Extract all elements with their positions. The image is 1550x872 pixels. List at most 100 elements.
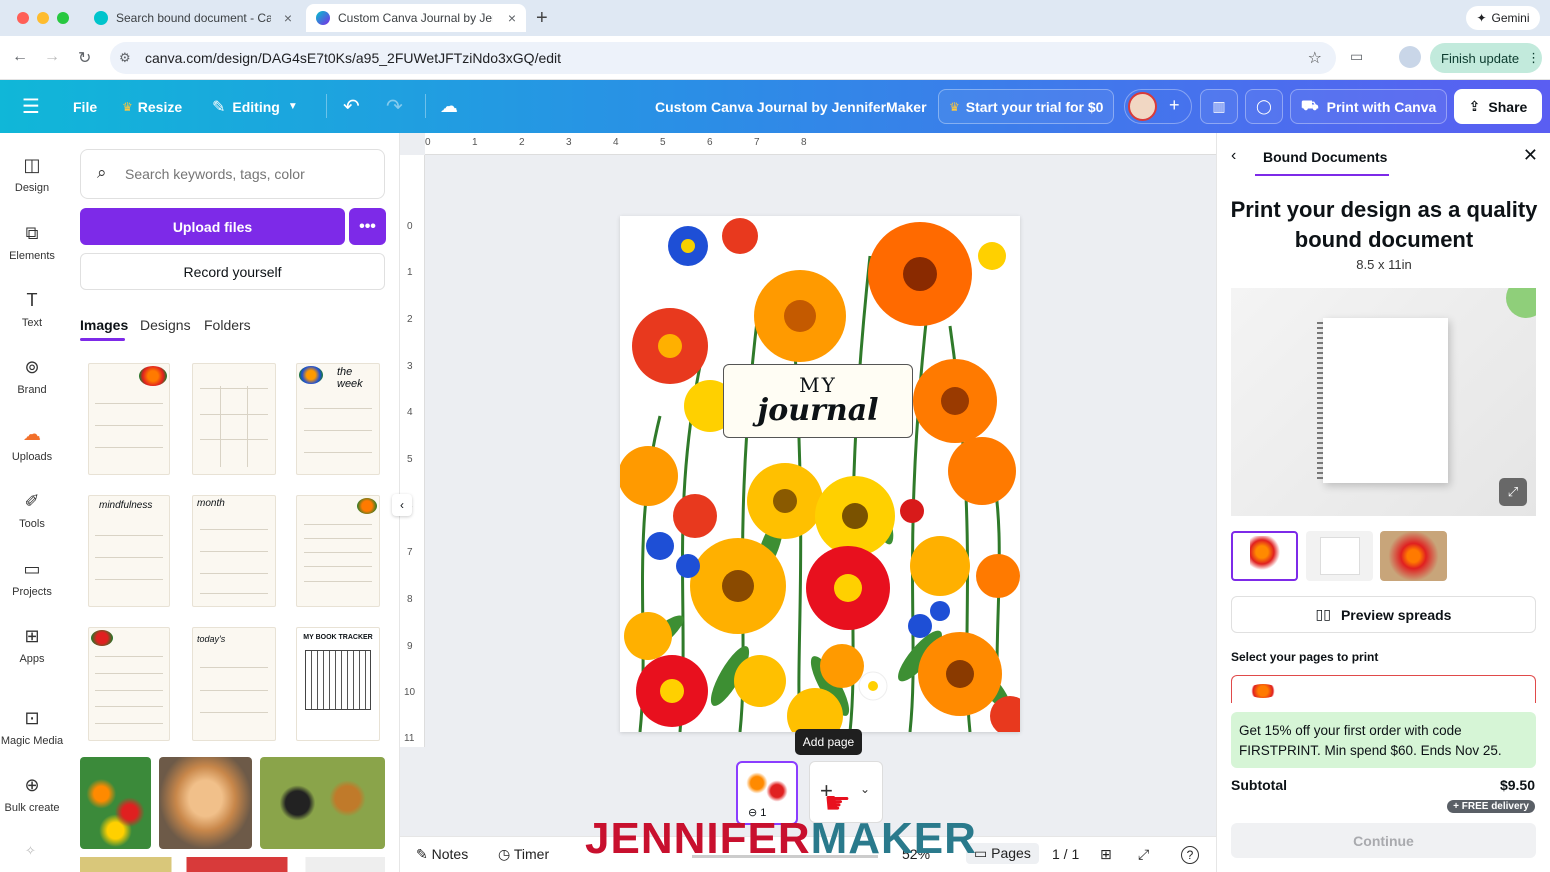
rail-item-projects[interactable]: ▭ Projects	[0, 559, 64, 598]
add-collaborator-icon[interactable]: +	[1169, 95, 1180, 116]
upload-thumbnail[interactable]	[88, 627, 170, 741]
redo-icon[interactable]: ↷	[386, 80, 403, 133]
upload-thumbnail[interactable]: mindfulness	[88, 495, 170, 607]
gemini-sparkle-icon: ✦	[1476, 11, 1487, 25]
expand-icon[interactable]: ⤢	[1499, 478, 1527, 506]
upload-thumbnail[interactable]: the week	[296, 363, 380, 475]
help-icon[interactable]: ?	[1181, 846, 1199, 864]
timer-button[interactable]: ◷ Timer	[498, 846, 549, 863]
rail-label: Text	[21, 317, 43, 329]
floral-cover-image[interactable]	[80, 757, 151, 849]
mockup-option-cover[interactable]	[1231, 531, 1298, 581]
cloud-saved-icon[interactable]: ☁	[440, 80, 458, 133]
upload-thumbnail[interactable]: today's	[192, 627, 276, 741]
back-chevron-icon[interactable]: ‹	[1231, 147, 1236, 165]
more-options-button[interactable]: •••	[349, 208, 386, 245]
dogs-photo[interactable]	[260, 757, 385, 849]
tab-folders[interactable]: Folders	[204, 317, 251, 333]
new-tab-icon[interactable]: +	[536, 7, 548, 30]
page-selector[interactable]	[1231, 675, 1536, 703]
continue-button[interactable]: Continue	[1231, 823, 1536, 858]
start-trial-button[interactable]: ♛ Start your trial for $0	[938, 89, 1115, 124]
rail-item-text[interactable]: T Text	[0, 290, 64, 329]
upload-thumbnail[interactable]	[192, 363, 276, 475]
print-with-canva-button[interactable]: ⛟ Print with Canva	[1290, 89, 1448, 124]
browser-tab-journal[interactable]: Custom Canva Journal by Jen ×	[306, 4, 526, 32]
insights-chart-icon[interactable]: ▥	[1200, 89, 1238, 124]
share-button[interactable]: ⇪ Share	[1454, 89, 1542, 124]
upload-thumbnail[interactable]: MY BOOK TRACKER	[296, 627, 380, 741]
tab-designs[interactable]: Designs	[140, 317, 191, 333]
plant-decoration	[1506, 288, 1536, 318]
cast-icon[interactable]: ▭	[1350, 48, 1363, 65]
upload-thumbnail[interactable]: month	[192, 495, 276, 607]
resize-button[interactable]: ♛ Resize	[122, 80, 182, 133]
kebab-menu-icon[interactable]: ⋮	[1527, 50, 1540, 66]
rail-item-elements[interactable]: ⧉ Elements	[0, 223, 64, 262]
header-underline	[1255, 174, 1389, 176]
bound-documents-panel: ‹ Bound Documents ✕ Print your design as…	[1216, 133, 1550, 872]
rail-item-brand[interactable]: ⊚ Brand	[0, 357, 64, 396]
document-title[interactable]: Custom Canva Journal by JenniferMaker	[655, 80, 927, 133]
cat-photo[interactable]	[159, 757, 252, 849]
rail-item-bulk-create[interactable]: ⊕ Bulk create	[0, 775, 64, 814]
magic-sparkle-icon[interactable]: ✧	[25, 843, 36, 859]
browser-tab-search[interactable]: Search bound document - Ca ×	[84, 4, 302, 32]
notes-icon: ✎	[416, 846, 428, 862]
file-menu[interactable]: File	[73, 80, 97, 133]
bookmark-star-icon[interactable]: ☆	[1308, 48, 1322, 68]
tab-images[interactable]: Images	[80, 317, 128, 333]
finish-update-button[interactable]: Finish update ⋮	[1430, 43, 1542, 73]
rail-item-uploads[interactable]: ☁ Uploads	[0, 424, 64, 463]
close-tab-icon[interactable]: ×	[508, 10, 516, 26]
upload-thumbnail[interactable]	[296, 495, 380, 607]
thumb-label-mindfulness: mindfulness	[99, 500, 153, 511]
design-page[interactable]: MY journal	[620, 216, 1020, 732]
upload-files-button[interactable]: Upload files	[80, 208, 345, 245]
grid-view-icon[interactable]: ⊞	[1100, 846, 1112, 863]
preview-spreads-button[interactable]: ▯▯ Preview spreads	[1231, 596, 1536, 633]
user-avatar[interactable]	[1128, 92, 1157, 121]
back-arrow-icon[interactable]: ←	[12, 48, 28, 66]
close-icon[interactable]: ✕	[1523, 145, 1538, 166]
main-menu-icon[interactable]: ☰	[22, 80, 40, 133]
preview-label: Preview spreads	[1340, 606, 1452, 623]
design-icon: ◫	[23, 155, 41, 175]
gemini-button[interactable]: ✦ Gemini	[1466, 6, 1540, 30]
undo-icon[interactable]: ↶	[343, 80, 360, 133]
close-tab-icon[interactable]: ×	[284, 10, 292, 26]
chevron-down-icon[interactable]: ⌄	[860, 782, 870, 796]
comment-icon[interactable]: ◯	[1245, 89, 1283, 124]
browser-tab-strip: Search bound document - Ca × Custom Canv…	[0, 0, 1550, 36]
close-window-button[interactable]	[17, 12, 29, 24]
profile-avatar[interactable]	[1399, 46, 1421, 68]
rail-item-apps[interactable]: ⊞ Apps	[0, 626, 64, 665]
upload-thumbnail[interactable]	[88, 363, 170, 475]
rail-item-magic-media[interactable]: ⊡ Magic Media	[0, 708, 64, 747]
journal-title-box[interactable]: MY journal	[723, 364, 913, 438]
pages-button[interactable]: ▭ Pages	[966, 843, 1039, 864]
reload-icon[interactable]: ↻	[78, 48, 91, 68]
mockup-option-lifestyle[interactable]	[1380, 531, 1447, 581]
editing-mode-dropdown[interactable]: ✎ Editing ▼	[212, 80, 298, 133]
thumb-label-book-tracker: MY BOOK TRACKER	[303, 634, 373, 641]
mockup-option-open[interactable]	[1306, 531, 1373, 581]
notes-button[interactable]: ✎ Notes	[416, 846, 468, 863]
site-settings-icon[interactable]: ⚙	[119, 50, 131, 66]
bulk-create-icon: ⊕	[24, 775, 40, 795]
rail-item-tools[interactable]: ✐ Tools	[0, 491, 64, 530]
record-yourself-button[interactable]: Record yourself	[80, 253, 385, 290]
minimize-window-button[interactable]	[37, 12, 49, 24]
collapse-panel-chevron-icon[interactable]: ‹	[392, 494, 412, 516]
jennifermaker-watermark: JENNIFERMAKER	[585, 814, 977, 864]
maximize-window-button[interactable]	[57, 12, 69, 24]
rail-label: Design	[14, 182, 50, 194]
forward-arrow-icon[interactable]: →	[44, 48, 60, 66]
top-ruler: 0 1 2 3 4 5 6 7 8	[425, 133, 1216, 155]
fullscreen-icon[interactable]: ⤢	[1138, 846, 1149, 863]
search-input[interactable]: ⌕ Search keywords, tags, color	[80, 149, 385, 199]
address-bar[interactable]: ⚙ canva.com/design/DAG4sE7t0Ks/a95_2FUWe…	[110, 42, 1336, 74]
rail-item-design[interactable]: ◫ Design	[0, 155, 64, 194]
flower-decoration-icon	[357, 498, 377, 514]
bookshelf-illustration	[305, 650, 371, 710]
